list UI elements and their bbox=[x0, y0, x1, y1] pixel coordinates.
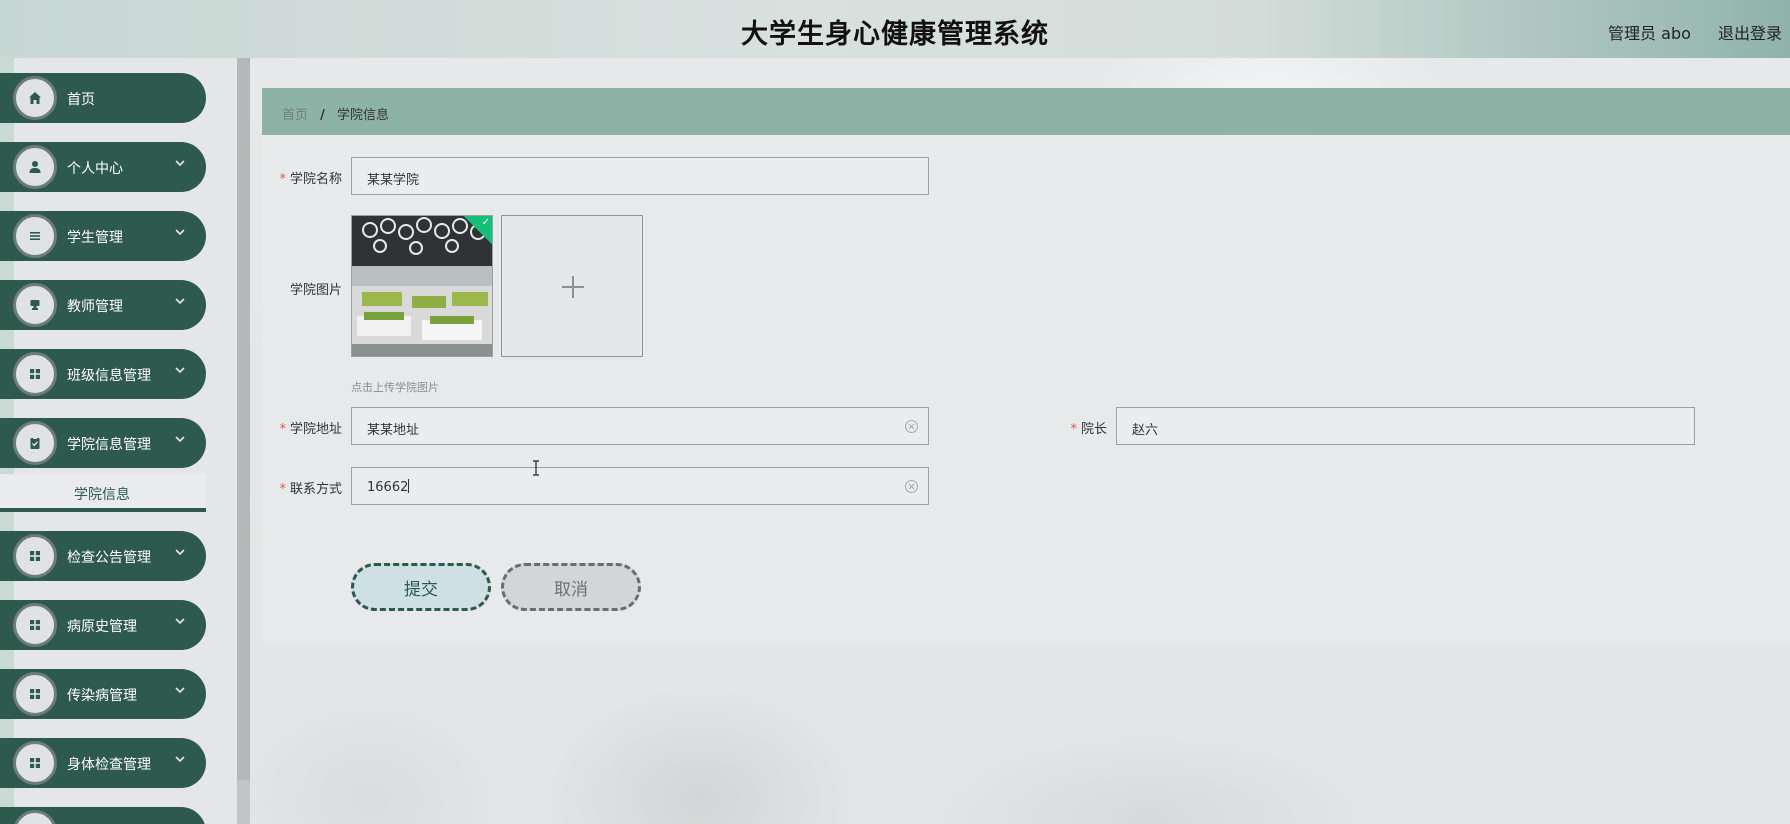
required-mark: * bbox=[1070, 422, 1077, 437]
grid-icon bbox=[13, 603, 57, 647]
sidebar-scrollbar-thumb[interactable] bbox=[237, 58, 250, 780]
sidebar-item-infectious-disease[interactable]: 传染病管理 bbox=[0, 669, 206, 719]
college-image-thumbnail[interactable]: ✓ bbox=[351, 215, 493, 357]
college-name-label: * 学院名称 bbox=[279, 172, 342, 187]
user-icon bbox=[13, 145, 57, 189]
chevron-down-icon bbox=[174, 157, 186, 169]
chevron-down-icon bbox=[174, 295, 186, 307]
sidebar-item-label: 检查公告管理 bbox=[67, 550, 151, 566]
sidebar: 首页 个人中心 学生管理 教师管理 班级信息管理 学院信息管理 学院信息 检查公… bbox=[0, 58, 250, 824]
app-title: 大学生身心健康管理系统 bbox=[741, 19, 1049, 50]
sidebar-item-teacher-management[interactable]: 教师管理 bbox=[0, 280, 206, 330]
college-address-label: * 学院地址 bbox=[279, 422, 342, 437]
contact-input[interactable]: 16662 bbox=[351, 467, 929, 505]
clipboard-icon bbox=[13, 421, 57, 465]
chevron-down-icon bbox=[174, 753, 186, 765]
sidebar-item-label: 首页 bbox=[67, 92, 95, 108]
sidebar-item-announcement-management[interactable]: 检查公告管理 bbox=[0, 531, 206, 581]
clear-icon[interactable] bbox=[905, 420, 918, 433]
sidebar-item-personal-center[interactable]: 个人中心 bbox=[0, 142, 206, 192]
college-name-input[interactable]: 某某学院 bbox=[351, 157, 929, 195]
text-caret bbox=[408, 479, 410, 493]
sidebar-item-label: 个人中心 bbox=[67, 161, 123, 177]
required-mark: * bbox=[279, 172, 286, 187]
dean-label: * 院长 bbox=[1070, 422, 1107, 437]
home-icon bbox=[13, 76, 57, 120]
college-address-input[interactable]: 某某地址 bbox=[351, 407, 929, 445]
college-form: * 学院名称 某某学院 学院图片 ✓ 点击上传学院图片 * 学院地址 某某地址 … bbox=[262, 135, 1790, 643]
upload-tip: 点击上传学院图片 bbox=[351, 381, 439, 394]
submenu-item-college-info[interactable]: 学院信息 bbox=[0, 474, 206, 512]
chevron-down-icon bbox=[174, 364, 186, 376]
cancel-button[interactable]: 取消 bbox=[501, 563, 641, 611]
sidebar-scrollbar[interactable] bbox=[237, 58, 250, 824]
top-header: 大学生身心健康管理系统 管理员 abo 退出登录 bbox=[0, 0, 1790, 58]
breadcrumb: 首页 / 学院信息 bbox=[262, 88, 1790, 135]
grid-icon bbox=[13, 534, 57, 578]
grid-icon bbox=[13, 741, 57, 785]
sidebar-item-label: 学院信息管理 bbox=[67, 437, 151, 453]
grid-icon bbox=[13, 810, 57, 824]
sidebar-item-label: 教师管理 bbox=[67, 299, 123, 315]
sidebar-item-student-management[interactable]: 学生管理 bbox=[0, 211, 206, 261]
submenu-item-label: 学院信息 bbox=[74, 487, 130, 503]
breadcrumb-separator: / bbox=[320, 108, 325, 123]
teacher-icon bbox=[13, 283, 57, 327]
sidebar-item-medical-history[interactable]: 病原史管理 bbox=[0, 600, 206, 650]
chevron-down-icon bbox=[174, 615, 186, 627]
sidebar-item-label: 身体检查管理 bbox=[67, 757, 151, 773]
chevron-down-icon bbox=[174, 684, 186, 696]
logout-link[interactable]: 退出登录 bbox=[1718, 24, 1782, 43]
list-icon bbox=[13, 214, 57, 258]
grid-icon bbox=[13, 672, 57, 716]
chevron-down-icon bbox=[174, 433, 186, 445]
grid-icon bbox=[13, 352, 57, 396]
college-image-label: 学院图片 bbox=[289, 283, 342, 298]
chevron-down-icon bbox=[174, 226, 186, 238]
sidebar-item-class-management[interactable]: 班级信息管理 bbox=[0, 349, 206, 399]
clear-icon[interactable] bbox=[905, 480, 918, 493]
required-mark: * bbox=[279, 422, 286, 437]
breadcrumb-home[interactable]: 首页 bbox=[282, 108, 308, 123]
submit-button[interactable]: 提交 bbox=[351, 563, 491, 611]
sidebar-item-more[interactable] bbox=[0, 807, 206, 824]
sidebar-item-college-management[interactable]: 学院信息管理 bbox=[0, 418, 206, 468]
sidebar-item-physical-exam[interactable]: 身体检查管理 bbox=[0, 738, 206, 788]
sidebar-item-label: 班级信息管理 bbox=[67, 368, 151, 384]
contact-label: * 联系方式 bbox=[279, 482, 342, 497]
sidebar-item-label: 学生管理 bbox=[67, 230, 123, 246]
user-area: 管理员 abo 退出登录 bbox=[1586, 20, 1782, 44]
sidebar-item-label: 病原史管理 bbox=[67, 619, 137, 635]
chevron-down-icon bbox=[174, 546, 186, 558]
current-user: 管理员 abo bbox=[1608, 24, 1691, 43]
check-icon: ✓ bbox=[481, 217, 490, 228]
main-content: 首页 / 学院信息 * 学院名称 某某学院 学院图片 ✓ 点击上传学院图片 * … bbox=[262, 88, 1790, 643]
required-mark: * bbox=[279, 482, 286, 497]
upload-image-button[interactable] bbox=[501, 215, 643, 357]
sidebar-item-home[interactable]: 首页 bbox=[0, 73, 206, 123]
breadcrumb-current: 学院信息 bbox=[337, 108, 390, 123]
sidebar-item-label: 传染病管理 bbox=[67, 688, 137, 704]
dean-input[interactable]: 赵六 bbox=[1116, 407, 1695, 445]
text-cursor-icon bbox=[533, 460, 539, 476]
